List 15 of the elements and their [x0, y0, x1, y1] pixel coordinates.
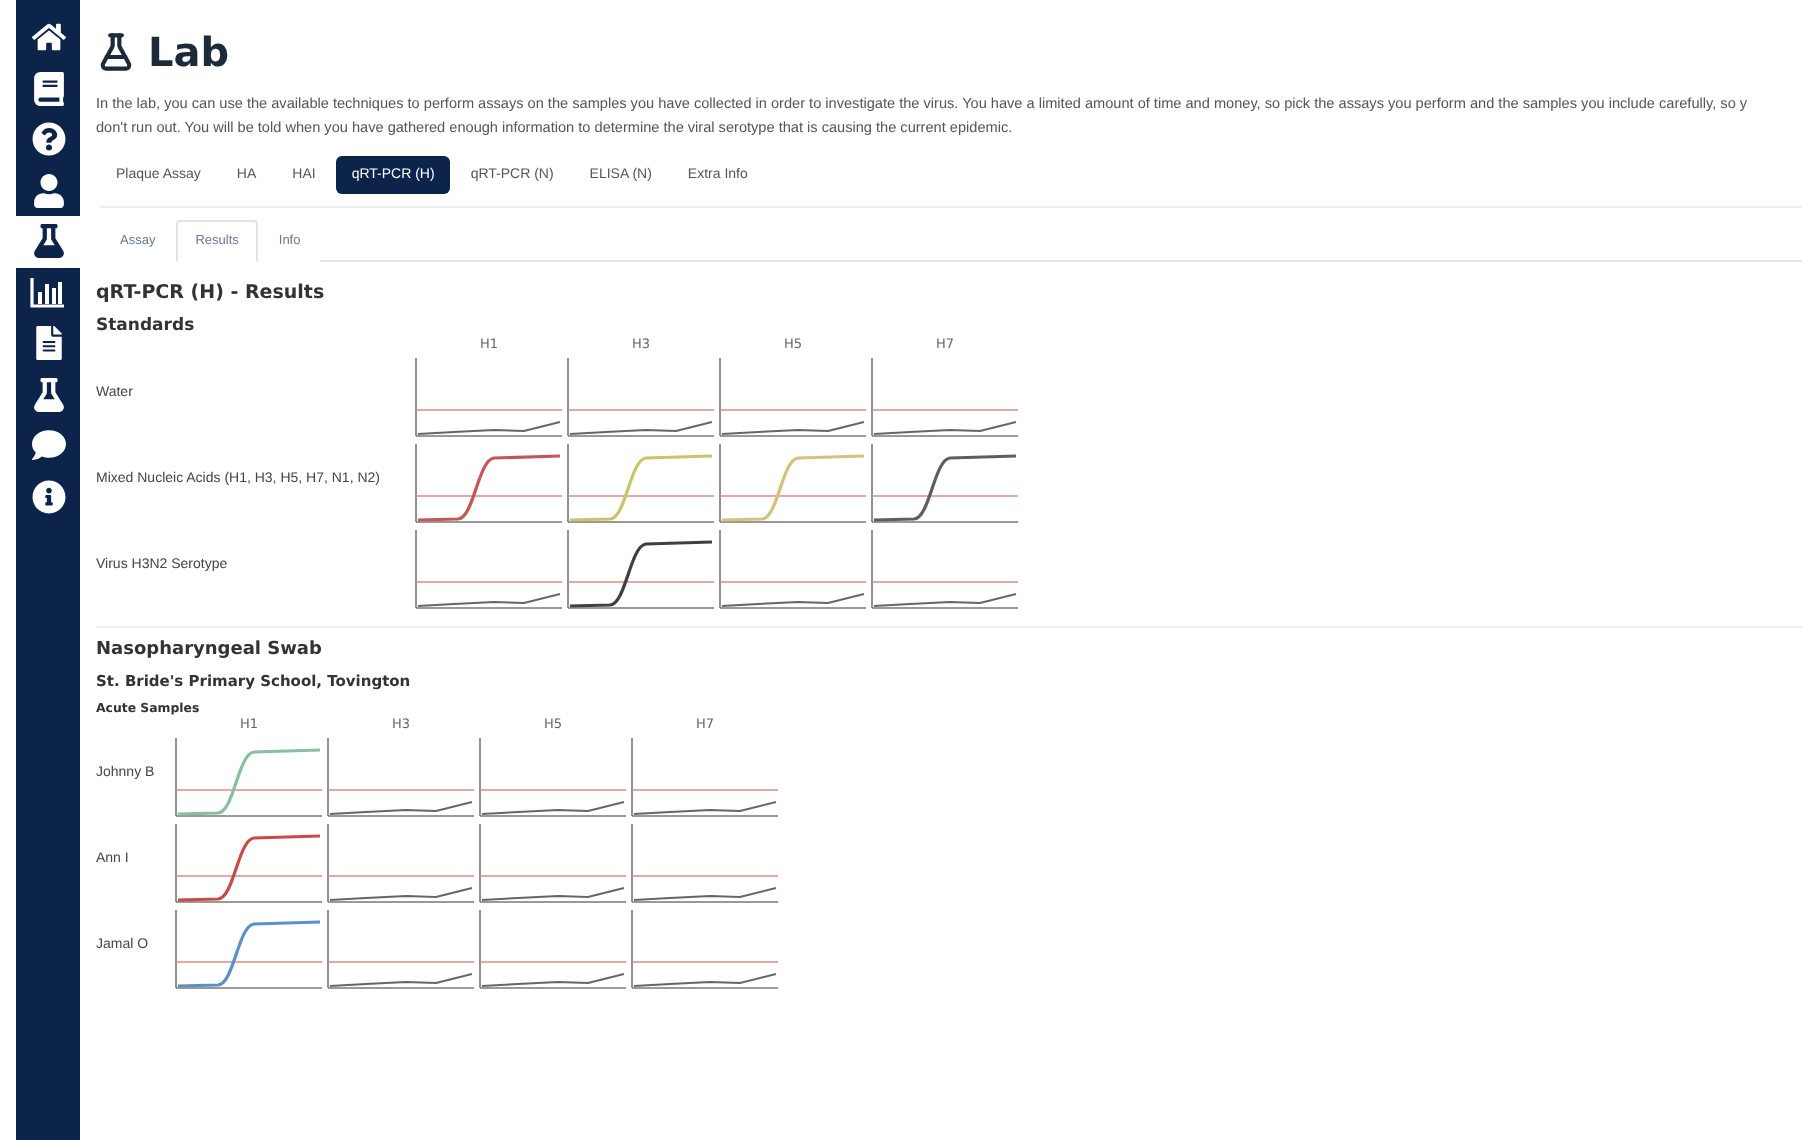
document-icon — [31, 326, 65, 361]
user-icon — [31, 173, 65, 208]
flask-icon — [31, 377, 65, 412]
bar-chart-icon — [30, 276, 66, 309]
book-icon — [31, 71, 65, 106]
chat-icon — [31, 428, 65, 463]
flask-icon — [31, 224, 65, 259]
section-heading: Standards — [96, 316, 197, 336]
flask-icon — [96, 32, 136, 72]
results-title: qRT-PCR (H) - Results — [96, 282, 327, 304]
help-icon — [31, 122, 65, 157]
info-icon — [31, 479, 65, 514]
section-heading: Nasopharyngeal Swab — [96, 640, 324, 660]
page-title: Lab — [148, 28, 230, 76]
home-icon — [31, 20, 65, 55]
